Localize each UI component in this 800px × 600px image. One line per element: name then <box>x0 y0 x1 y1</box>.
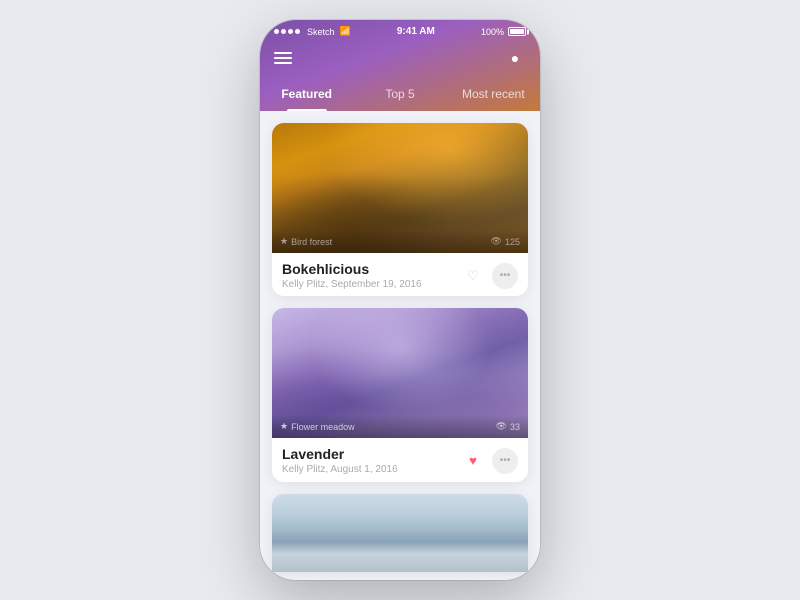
pin-icon-2: ★ <box>280 421 288 432</box>
card-text-2: Lavender Kelly Plitz, August 1, 2016 <box>282 446 398 475</box>
card-text-1: Bokehlicious Kelly Plitz, September 19, … <box>282 261 422 290</box>
hamburger-line-1 <box>274 52 292 54</box>
pin-icon-1: ★ <box>280 236 288 247</box>
status-bar: Sketch 📶 9:41 AM 100% <box>260 20 540 41</box>
status-dot-3 <box>288 29 293 34</box>
tab-most-recent[interactable]: Most recent <box>447 79 540 111</box>
tab-top5[interactable]: Top 5 <box>353 79 446 111</box>
card-actions-1: ♡ ••• <box>460 263 518 289</box>
battery-fill <box>510 29 524 34</box>
card-image-mountain <box>272 494 528 572</box>
status-dot-2 <box>281 29 286 34</box>
tabs-bar: Featured Top 5 Most recent <box>260 79 540 111</box>
location-badge-2: ★ Flower meadow <box>280 421 355 432</box>
card-mountain <box>272 494 528 572</box>
header: Sketch 📶 9:41 AM 100% ● Featured Top <box>260 20 540 111</box>
battery-icon <box>508 27 526 36</box>
card-title-2: Lavender <box>282 446 398 462</box>
more-button-1[interactable]: ••• <box>492 263 518 289</box>
card-bokehlicious: ★ Bird forest 👁 125 Bokehlicious Kelly P… <box>272 123 528 296</box>
status-left: Sketch 📶 <box>274 26 351 37</box>
like-button-2[interactable]: ♥ <box>460 448 486 474</box>
more-button-2[interactable]: ••• <box>492 448 518 474</box>
hamburger-line-3 <box>274 62 292 64</box>
card-image-lavender: ★ Flower meadow 👁 33 <box>272 308 528 438</box>
time-display: 9:41 AM <box>397 26 435 37</box>
status-dot-4 <box>295 29 300 34</box>
location-label-1: Bird forest <box>291 237 332 247</box>
search-button[interactable]: ● <box>504 47 526 69</box>
eye-icon-2: 👁 <box>496 421 507 432</box>
views-count-1: 125 <box>505 237 520 247</box>
nav-bar: ● <box>260 41 540 79</box>
eye-icon-1: 👁 <box>491 236 502 247</box>
card-title-1: Bokehlicious <box>282 261 422 277</box>
location-label-2: Flower meadow <box>291 422 355 432</box>
status-right: 100% <box>481 27 526 37</box>
wifi-icon: 📶 <box>340 26 351 37</box>
card-subtitle-1: Kelly Plitz, September 19, 2016 <box>282 279 422 290</box>
phone-frame: Sketch 📶 9:41 AM 100% ● Featured Top <box>260 20 540 580</box>
menu-button[interactable] <box>274 52 292 64</box>
card-info-2: Lavender Kelly Plitz, August 1, 2016 ♥ •… <box>272 438 528 481</box>
views-badge-2: 👁 33 <box>496 421 520 432</box>
card-overlay-2: ★ Flower meadow 👁 33 <box>272 415 528 438</box>
card-info-1: Bokehlicious Kelly Plitz, September 19, … <box>272 253 528 296</box>
card-subtitle-2: Kelly Plitz, August 1, 2016 <box>282 464 398 475</box>
battery-percent: 100% <box>481 27 504 37</box>
card-image-bokehlicious: ★ Bird forest 👁 125 <box>272 123 528 253</box>
status-dot-1 <box>274 29 279 34</box>
card-lavender: ★ Flower meadow 👁 33 Lavender Kelly Plit… <box>272 308 528 481</box>
tab-featured[interactable]: Featured <box>260 79 353 111</box>
card-actions-2: ♥ ••• <box>460 448 518 474</box>
hamburger-line-2 <box>274 57 292 59</box>
like-button-1[interactable]: ♡ <box>460 263 486 289</box>
card-overlay-1: ★ Bird forest 👁 125 <box>272 230 528 253</box>
status-dots <box>274 29 300 34</box>
carrier-label: Sketch <box>307 27 335 37</box>
content-area: ★ Bird forest 👁 125 Bokehlicious Kelly P… <box>260 111 540 580</box>
views-count-2: 33 <box>510 422 520 432</box>
views-badge-1: 👁 125 <box>491 236 520 247</box>
location-badge-1: ★ Bird forest <box>280 236 332 247</box>
